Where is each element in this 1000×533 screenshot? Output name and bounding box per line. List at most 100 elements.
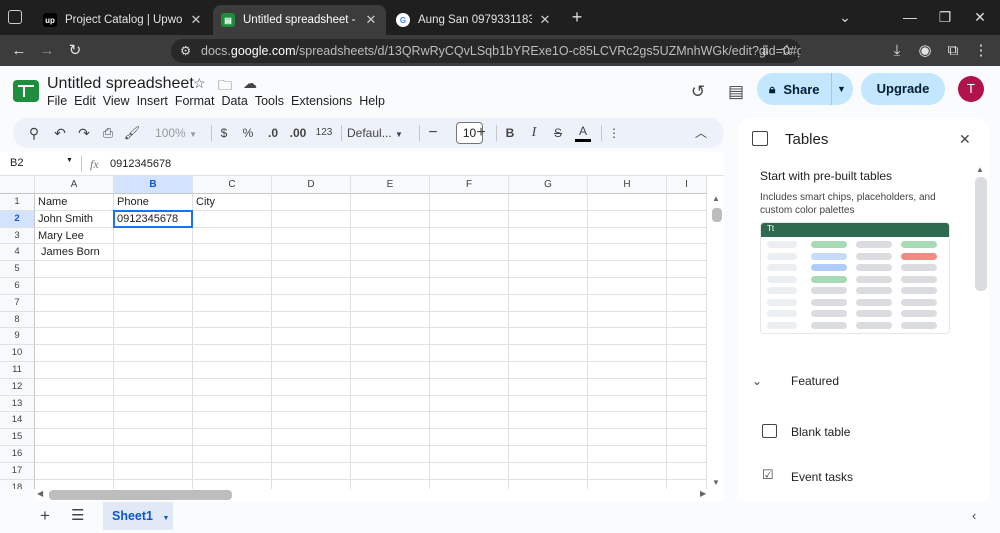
cell-e14[interactable] — [351, 412, 430, 430]
add-sheet-icon[interactable]: + — [40, 506, 50, 526]
cell-g3[interactable] — [509, 227, 588, 245]
row-header-9[interactable]: 9 — [0, 328, 35, 346]
cell-c11[interactable] — [193, 362, 272, 379]
cell-g12[interactable] — [509, 378, 588, 396]
row-header-13[interactable]: 13 — [0, 395, 35, 413]
cell-e18[interactable] — [351, 479, 430, 489]
cell-d9[interactable] — [272, 328, 351, 346]
paint-format-icon[interactable]: 🖌︎ — [123, 123, 141, 143]
row-header-18[interactable]: 18 — [0, 479, 35, 489]
cell-i1[interactable] — [667, 194, 707, 211]
cell-c6[interactable] — [193, 278, 272, 295]
cell-i16[interactable] — [667, 446, 707, 463]
cell-a4[interactable]: James Born — [35, 244, 114, 262]
cell-b9[interactable] — [114, 328, 193, 346]
scroll-left-icon[interactable]: ◀ — [37, 489, 43, 498]
row-header-5[interactable]: 5 — [0, 261, 35, 278]
cell-h18[interactable] — [588, 479, 667, 489]
new-tab-icon[interactable]: + — [562, 6, 592, 28]
cell-d17[interactable] — [272, 462, 351, 480]
cell-e13[interactable] — [351, 395, 430, 413]
cell-e6[interactable] — [351, 278, 430, 295]
menu-insert[interactable]: Insert — [137, 94, 173, 108]
cell-g2[interactable] — [509, 210, 588, 228]
cell-h3[interactable] — [588, 227, 667, 245]
cell-a14[interactable] — [35, 412, 114, 430]
column-header-i[interactable]: I — [667, 176, 707, 194]
cell-g14[interactable] — [509, 412, 588, 430]
print-icon[interactable]: ⎙ — [99, 123, 117, 143]
site-info-icon[interactable]: ⚙ — [180, 39, 191, 63]
cell-d3[interactable] — [272, 227, 351, 245]
cell-g16[interactable] — [509, 446, 588, 463]
side-panel-scrollbar[interactable]: ▲ — [974, 165, 988, 501]
cell-g7[interactable] — [509, 294, 588, 312]
cell-i7[interactable] — [667, 294, 707, 312]
cell-g15[interactable] — [509, 429, 588, 446]
cell-e9[interactable] — [351, 328, 430, 346]
row-header-4[interactable]: 4 — [0, 244, 35, 262]
cell-g9[interactable] — [509, 328, 588, 346]
cell-d11[interactable] — [272, 362, 351, 379]
row-header-14[interactable]: 14 — [0, 412, 35, 430]
close-tab-icon[interactable]: ✕ — [364, 12, 378, 28]
menu-file[interactable]: File — [47, 94, 72, 108]
cell-a15[interactable] — [35, 429, 114, 446]
cell-a2[interactable]: John Smith — [35, 210, 114, 228]
back-icon[interactable]: ← — [8, 40, 30, 62]
cell-c13[interactable] — [193, 395, 272, 413]
menu-view[interactable]: View — [103, 94, 135, 108]
profile-icon[interactable]: ◉ — [914, 40, 936, 62]
cell-b8[interactable] — [114, 311, 193, 329]
close-tab-icon[interactable]: ✕ — [189, 12, 203, 28]
menu-data[interactable]: Data — [221, 94, 252, 108]
collapse-toolbar-icon[interactable]: ︿ — [693, 123, 709, 143]
cell-d15[interactable] — [272, 429, 351, 446]
column-header-c[interactable]: C — [193, 176, 272, 194]
sheet-tab-sheet1[interactable]: Sheet1 ▼ — [103, 502, 173, 530]
cell-b11[interactable] — [114, 362, 193, 379]
all-sheets-icon[interactable]: ☰ — [71, 506, 84, 524]
menu-extensions[interactable]: Extensions — [291, 94, 357, 108]
cell-d16[interactable] — [272, 446, 351, 463]
cell-f17[interactable] — [430, 462, 509, 480]
cell-f7[interactable] — [430, 294, 509, 312]
cell-a8[interactable] — [35, 311, 114, 329]
cell-h1[interactable] — [588, 194, 667, 211]
cell-d2[interactable] — [272, 210, 351, 228]
avatar[interactable]: T — [958, 76, 984, 102]
search-menus-icon[interactable]: ⚲ — [25, 123, 43, 143]
select-all-corner[interactable] — [0, 176, 35, 194]
cell-h4[interactable] — [588, 244, 667, 262]
cell-b16[interactable] — [114, 446, 193, 463]
cell-b12[interactable] — [114, 378, 193, 396]
column-header-a[interactable]: A — [35, 176, 114, 194]
cell-d7[interactable] — [272, 294, 351, 312]
star-icon[interactable]: ☆ — [193, 75, 206, 92]
bold-button[interactable]: B — [503, 123, 517, 143]
cell-h6[interactable] — [588, 278, 667, 295]
cell-i2[interactable] — [667, 210, 707, 228]
cell-f18[interactable] — [430, 479, 509, 489]
share-button[interactable]: 🔒︎ Share ▼ — [757, 73, 853, 105]
cell-i8[interactable] — [667, 311, 707, 329]
cell-i9[interactable] — [667, 328, 707, 346]
cell-e15[interactable] — [351, 429, 430, 446]
side-panel-scroll-thumb[interactable] — [975, 177, 987, 291]
minimize-icon[interactable]: — — [895, 6, 925, 28]
cell-b6[interactable] — [114, 278, 193, 295]
cell-i12[interactable] — [667, 378, 707, 396]
name-box[interactable]: B2 ▼ — [10, 157, 75, 171]
cell-d6[interactable] — [272, 278, 351, 295]
currency-format-button[interactable]: $ — [217, 123, 231, 143]
cell-c10[interactable] — [193, 345, 272, 362]
cell-b5[interactable] — [114, 261, 193, 278]
increase-decimal-button[interactable]: .00 — [287, 123, 309, 143]
cell-f11[interactable] — [430, 362, 509, 379]
cell-c2[interactable] — [193, 210, 272, 228]
browser-tab-google[interactable]: G Aung San 09793311834 aung@ ✕ — [388, 5, 560, 35]
cell-e16[interactable] — [351, 446, 430, 463]
cell-d10[interactable] — [272, 345, 351, 362]
cell-c18[interactable] — [193, 479, 272, 489]
cell-f10[interactable] — [430, 345, 509, 362]
